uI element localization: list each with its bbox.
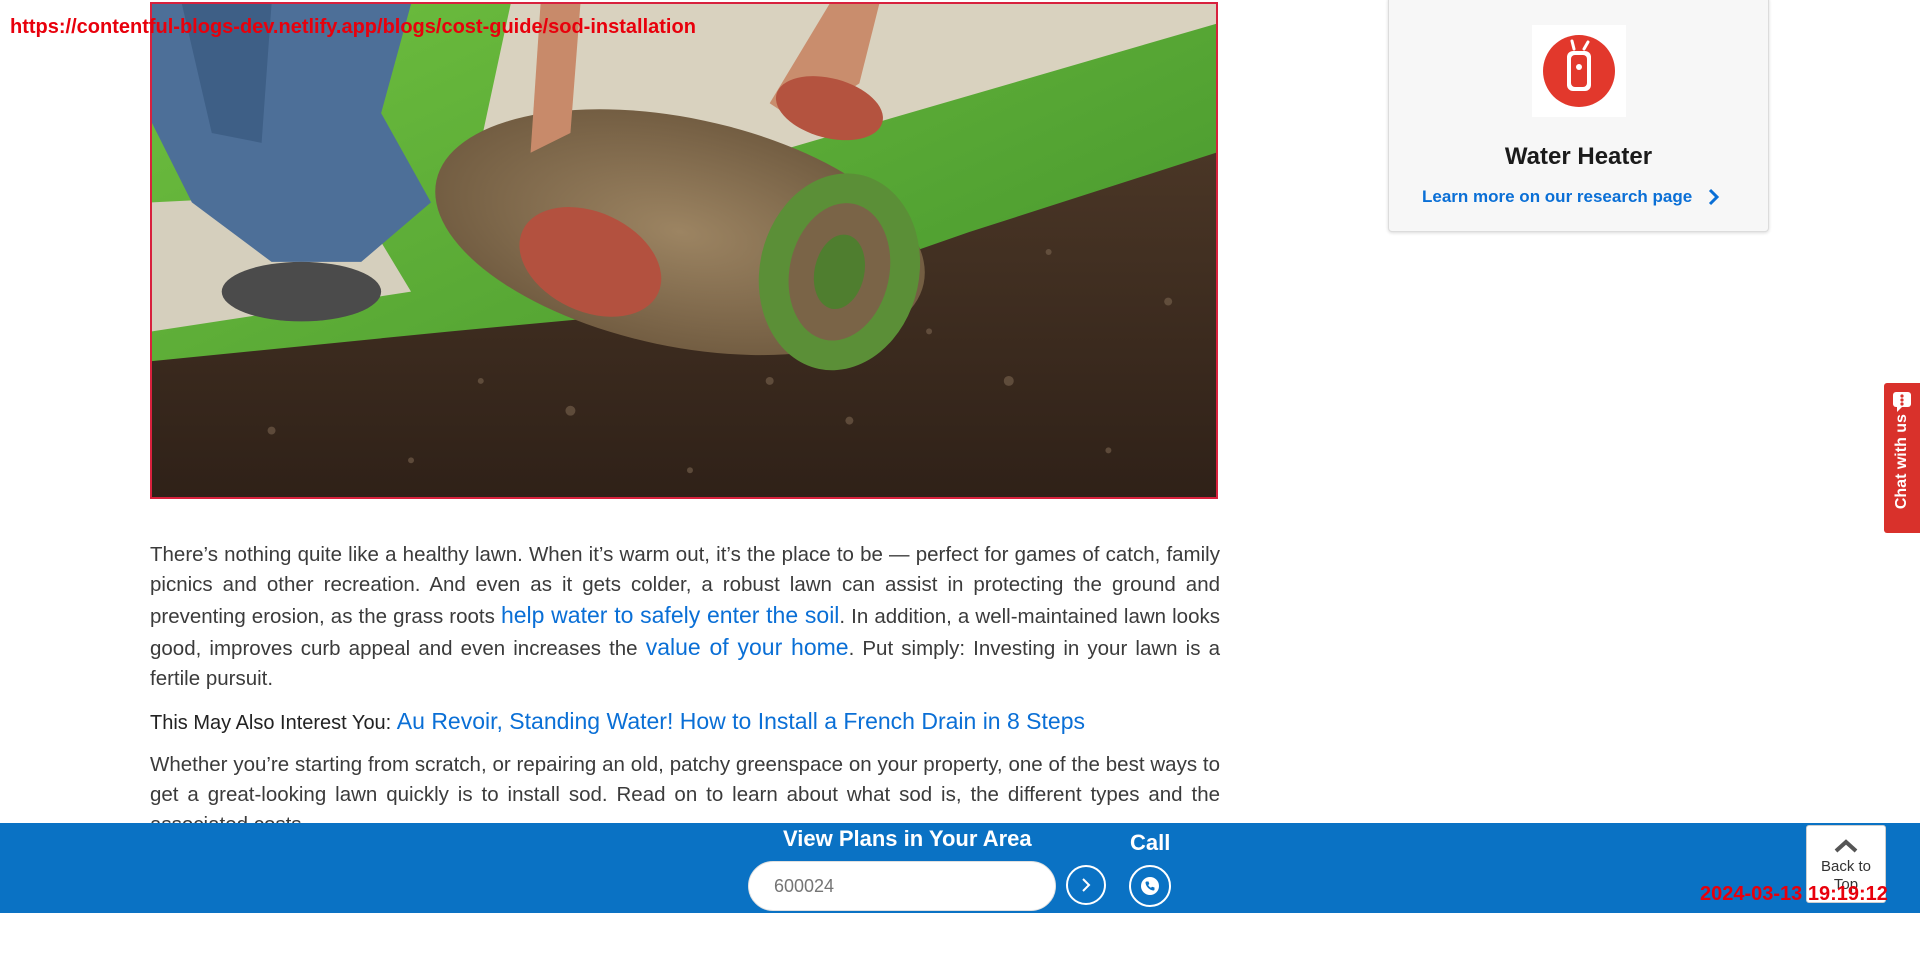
intro-paragraph: There’s nothing quite like a healthy law… — [150, 540, 1220, 694]
chat-bubble-icon — [1893, 392, 1911, 412]
chevron-right-icon — [1709, 188, 1720, 206]
zip-submit-button[interactable] — [1066, 865, 1106, 905]
chevron-right-icon — [1082, 878, 1091, 892]
research-card: Water Heater Learn more on our research … — [1388, 0, 1769, 232]
chat-with-us-tab[interactable]: Chat with us — [1884, 383, 1920, 533]
chat-label: Chat with us — [1893, 414, 1910, 510]
timestamp-overlay: 2024-03-13 19:19:12 — [1700, 883, 1888, 905]
plans-bar-title: View Plans in Your Area — [783, 826, 1032, 851]
related-article: This May Also Interest You: Au Revoir, S… — [150, 706, 1220, 738]
related-label: This May Also Interest You: — [150, 712, 397, 734]
url-overlay: https://contentful-blogs-dev.netlify.app… — [10, 16, 696, 38]
related-article-link[interactable]: Au Revoir, Standing Water! How to Instal… — [397, 708, 1085, 734]
water-heater-icon — [1532, 25, 1626, 117]
article-body: There’s nothing quite like a healthy law… — [150, 540, 1220, 852]
chevron-up-icon — [1834, 839, 1858, 853]
zip-code-input[interactable] — [748, 861, 1056, 911]
research-link-label: Learn more on our research page — [1422, 187, 1693, 206]
link-home-value[interactable]: value of your home — [646, 634, 849, 660]
call-button[interactable] — [1129, 865, 1171, 907]
plans-bar: View Plans in Your Area Call — [0, 823, 1920, 913]
phone-icon — [1141, 877, 1159, 895]
link-help-water[interactable]: help water to safely enter the soil — [501, 602, 839, 628]
call-label: Call — [1130, 830, 1171, 855]
hero-image — [150, 2, 1218, 499]
sod-roll-photo — [152, 4, 1216, 497]
research-page-link[interactable]: Learn more on our research page — [1422, 187, 1720, 207]
card-title: Water Heater — [1504, 143, 1653, 170]
